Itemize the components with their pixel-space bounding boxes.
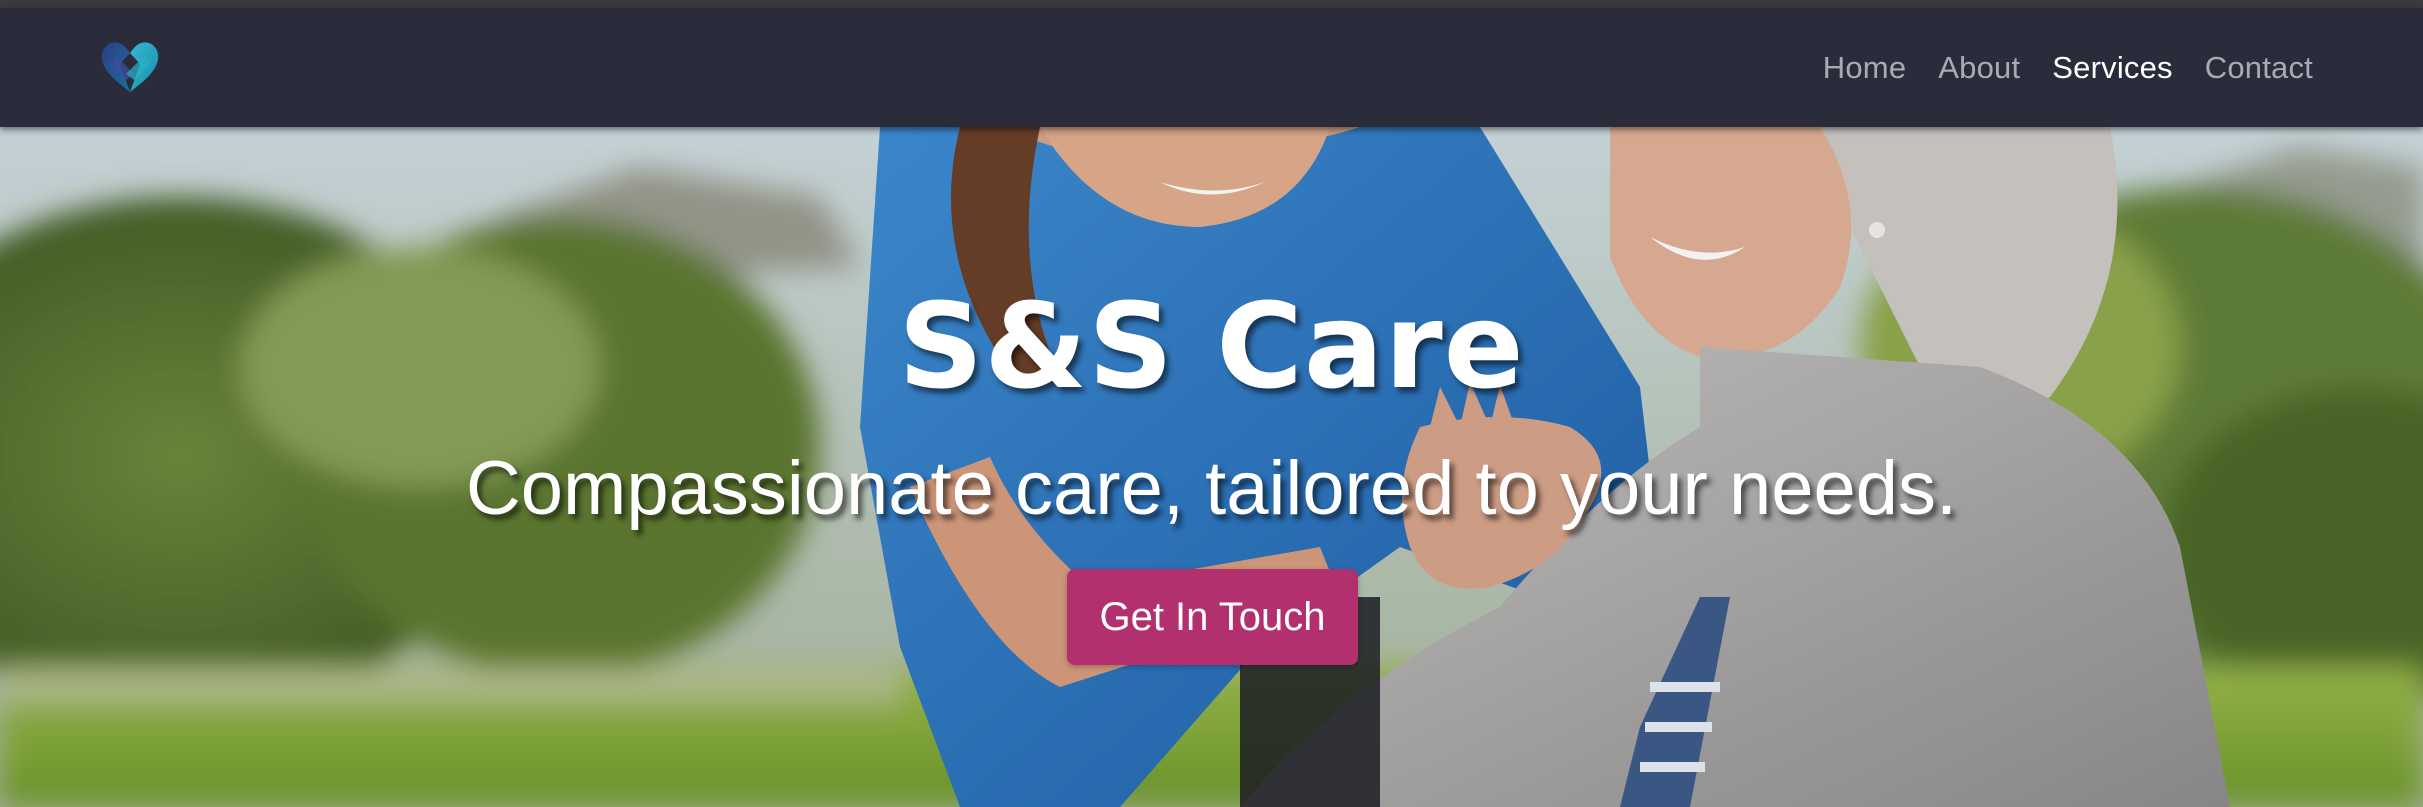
nav-home-link[interactable]: Home	[1823, 50, 1907, 86]
browser-top-strip	[0, 0, 2423, 8]
nav-contact-link[interactable]: Contact	[2205, 50, 2313, 86]
get-in-touch-button[interactable]: Get In Touch	[1067, 569, 1358, 665]
nav-about-link[interactable]: About	[1938, 50, 2020, 86]
heart-hands-icon[interactable]	[96, 34, 164, 98]
site-navbar: Home About Services Contact	[0, 8, 2423, 127]
hero-section: S&S Care Compassionate care, tailored to…	[0, 127, 2423, 807]
hero-subtitle: Compassionate care, tailored to your nee…	[465, 446, 1958, 531]
hero-title: S&S Care	[898, 277, 1525, 415]
nav-services-link[interactable]: Services	[2052, 50, 2172, 86]
main-nav: Home About Services Contact	[1823, 8, 2313, 127]
